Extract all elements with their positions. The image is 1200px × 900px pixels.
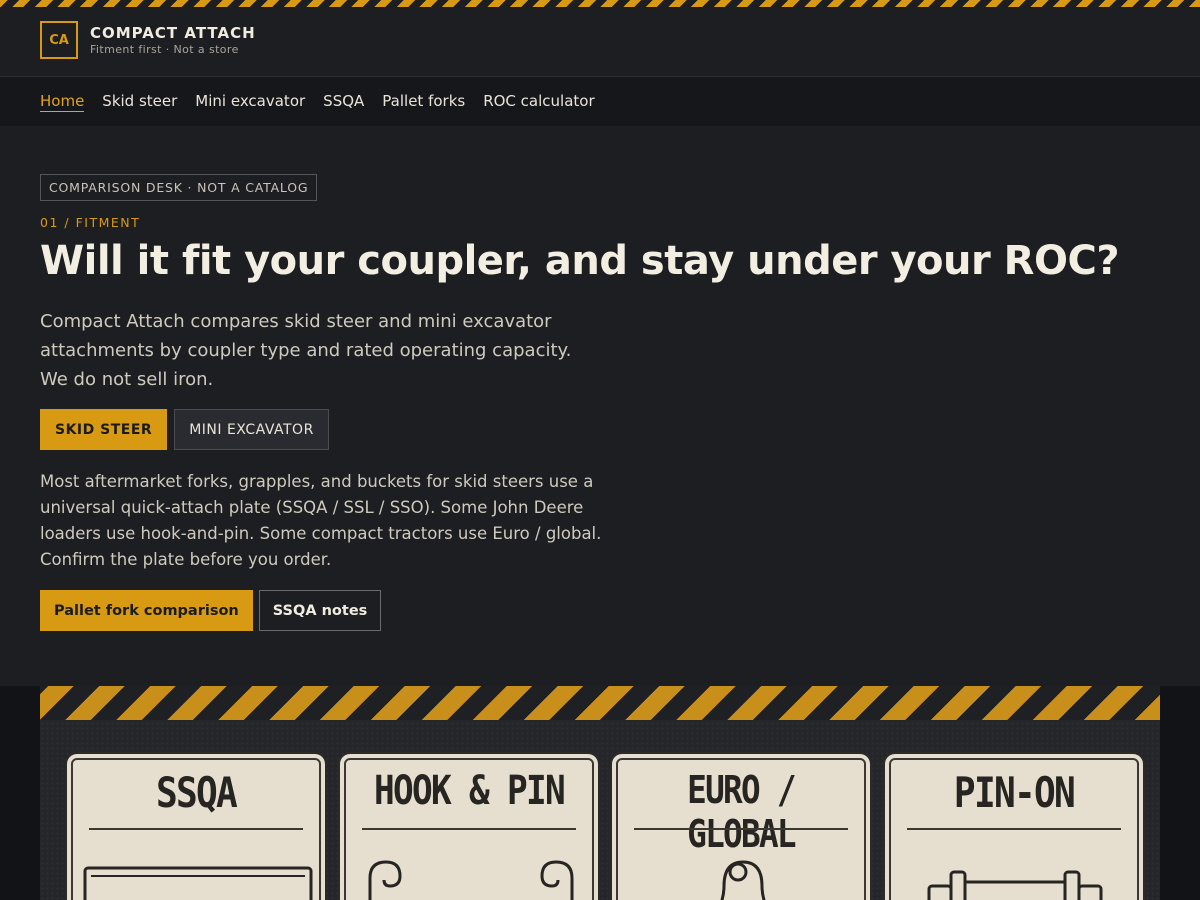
coupler-card-euro-global[interactable]: EURO / GLOBAL [610, 752, 872, 900]
site-header: CA COMPACT ATTACH Fitment first · Not a … [0, 7, 1200, 77]
hero-section: COMPARISON DESK · NOT A CATALOG 01 / FIT… [0, 126, 1200, 686]
coupler-card-pin-on[interactable]: PIN-ON [883, 752, 1145, 900]
coupler-card-title: EURO / GLOBAL [687, 768, 796, 856]
coupler-card-title: HOOK & PIN [374, 768, 566, 814]
brand-tagline: Fitment first · Not a store [90, 43, 239, 56]
logo-mark[interactable]: CA [40, 21, 78, 59]
brand-name[interactable]: COMPACT ATTACH [90, 24, 256, 42]
section-label: 01 / FITMENT [40, 215, 141, 230]
cta-group: Pallet fork comparison SSQA notes [40, 590, 382, 631]
nav-ssqa[interactable]: SSQA [323, 92, 364, 111]
coupler-panel: SSQA HOOK & PIN EURO / GLOBAL PIN-ON [40, 686, 1160, 900]
coupler-card-hook-and-pin[interactable]: HOOK & PIN [338, 752, 600, 900]
nav-roc-calculator[interactable]: ROC calculator [483, 92, 594, 111]
nav-pallet-forks[interactable]: Pallet forks [382, 92, 465, 111]
main-nav: Home Skid steer Mini excavator SSQA Pall… [0, 77, 1200, 126]
eyebrow-badge: COMPARISON DESK · NOT A CATALOG [40, 174, 318, 201]
divider [634, 828, 848, 830]
nav-mini-excavator[interactable]: Mini excavator [195, 92, 305, 111]
divider [89, 828, 303, 830]
ssqa-plate-icon [83, 866, 313, 900]
coupler-explainer: Most aftermarket forks, grapples, and bu… [40, 472, 602, 569]
toggle-skid-steer[interactable]: SKID STEER [40, 409, 168, 450]
hook-and-pin-icon [368, 860, 574, 900]
coupler-card-ssqa[interactable]: SSQA [65, 752, 327, 900]
coupler-panel-wrap: SSQA HOOK & PIN EURO / GLOBAL PIN-ON [0, 686, 1200, 900]
hazard-stripe-panel [40, 686, 1160, 720]
hazard-stripe-top [0, 0, 1200, 7]
hero-lede: Compact Attach compares skid steer and m… [40, 311, 572, 390]
toggle-mini-excavator[interactable]: MINI EXCAVATOR [174, 409, 329, 450]
coupler-card-title: SSQA [155, 768, 238, 817]
pallet-fork-comparison-button[interactable]: Pallet fork comparison [40, 590, 253, 631]
nav-home[interactable]: Home [40, 92, 85, 112]
ssqa-notes-button[interactable]: SSQA notes [258, 590, 382, 631]
coupler-card-title: PIN-ON [953, 768, 1076, 817]
euro-global-mount-icon [720, 860, 766, 900]
pin-on-icon [927, 870, 1103, 900]
divider [362, 828, 576, 830]
page-title: Will it fit your coupler, and stay under… [40, 238, 1120, 284]
machine-toggle: SKID STEER MINI EXCAVATOR [40, 409, 329, 450]
divider [907, 828, 1121, 830]
nav-skid-steer[interactable]: Skid steer [102, 92, 177, 111]
